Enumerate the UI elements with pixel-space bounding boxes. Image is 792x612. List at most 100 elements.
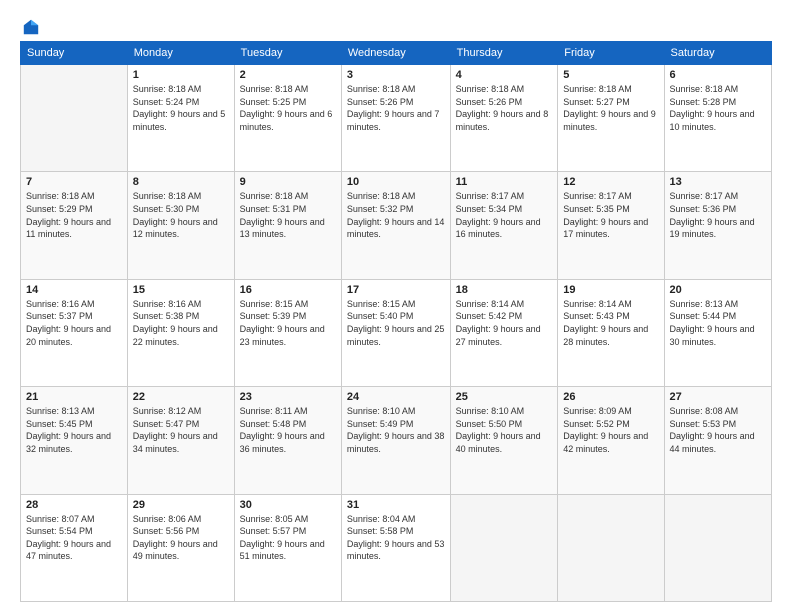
calendar-day-cell: 15 Sunrise: 8:16 AMSunset: 5:38 PMDayligh…	[127, 279, 234, 386]
day-info: Sunrise: 8:17 AMSunset: 5:35 PMDaylight:…	[563, 190, 658, 240]
calendar-day-cell	[21, 65, 128, 172]
logo	[20, 16, 40, 33]
day-info: Sunrise: 8:06 AMSunset: 5:56 PMDaylight:…	[133, 513, 229, 563]
day-number: 16	[240, 284, 336, 296]
week-row-1: 1 Sunrise: 8:18 AMSunset: 5:24 PMDaylight…	[21, 65, 772, 172]
day-number: 10	[347, 176, 445, 188]
calendar-day-cell: 13 Sunrise: 8:17 AMSunset: 5:36 PMDayligh…	[664, 172, 771, 279]
calendar-day-cell: 18Sunrise: 8:14 AMSunset: 5:42 PMDayligh…	[450, 279, 558, 386]
calendar-day-cell: 1 Sunrise: 8:18 AMSunset: 5:24 PMDaylight…	[127, 65, 234, 172]
calendar-day-cell: 10Sunrise: 8:18 AMSunset: 5:32 PMDayligh…	[341, 172, 450, 279]
day-number: 29	[133, 499, 229, 511]
day-number: 5	[563, 69, 658, 81]
calendar-day-cell: 25 Sunrise: 8:10 AMSunset: 5:50 PMDayligh…	[450, 387, 558, 494]
calendar-day-cell: 23 Sunrise: 8:11 AMSunset: 5:48 PMDayligh…	[234, 387, 341, 494]
day-number: 25	[456, 391, 553, 403]
day-info: Sunrise: 8:18 AMSunset: 5:25 PMDaylight:…	[240, 83, 336, 133]
calendar-day-cell: 24Sunrise: 8:10 AMSunset: 5:49 PMDayligh…	[341, 387, 450, 494]
day-number: 11	[456, 176, 553, 188]
day-info: Sunrise: 8:12 AMSunset: 5:47 PMDaylight:…	[133, 405, 229, 455]
day-info: Sunrise: 8:11 AMSunset: 5:48 PMDaylight:…	[240, 405, 336, 455]
day-info: Sunrise: 8:18 AMSunset: 5:26 PMDaylight:…	[456, 83, 553, 133]
week-row-3: 14Sunrise: 8:16 AMSunset: 5:37 PMDayligh…	[21, 279, 772, 386]
weekday-thursday: Thursday	[450, 42, 558, 65]
logo-icon	[22, 18, 40, 36]
day-number: 30	[240, 499, 336, 511]
weekday-wednesday: Wednesday	[341, 42, 450, 65]
day-info: Sunrise: 8:18 AMSunset: 5:28 PMDaylight:…	[670, 83, 766, 133]
calendar-day-cell: 22 Sunrise: 8:12 AMSunset: 5:47 PMDayligh…	[127, 387, 234, 494]
day-info: Sunrise: 8:18 AMSunset: 5:31 PMDaylight:…	[240, 190, 336, 240]
weekday-friday: Friday	[558, 42, 664, 65]
week-row-5: 28 Sunrise: 8:07 AMSunset: 5:54 PMDayligh…	[21, 494, 772, 601]
day-info: Sunrise: 8:17 AMSunset: 5:36 PMDaylight:…	[670, 190, 766, 240]
calendar-day-cell: 9 Sunrise: 8:18 AMSunset: 5:31 PMDaylight…	[234, 172, 341, 279]
calendar-day-cell	[450, 494, 558, 601]
day-number: 22	[133, 391, 229, 403]
day-info: Sunrise: 8:09 AMSunset: 5:52 PMDaylight:…	[563, 405, 658, 455]
day-number: 13	[670, 176, 766, 188]
calendar-day-cell: 20 Sunrise: 8:13 AMSunset: 5:44 PMDayligh…	[664, 279, 771, 386]
day-info: Sunrise: 8:04 AMSunset: 5:58 PMDaylight:…	[347, 513, 445, 563]
calendar-day-cell: 6 Sunrise: 8:18 AMSunset: 5:28 PMDaylight…	[664, 65, 771, 172]
weekday-header-row: SundayMondayTuesdayWednesdayThursdayFrid…	[21, 42, 772, 65]
calendar-day-cell: 11 Sunrise: 8:17 AMSunset: 5:34 PMDayligh…	[450, 172, 558, 279]
calendar-day-cell: 14Sunrise: 8:16 AMSunset: 5:37 PMDayligh…	[21, 279, 128, 386]
day-info: Sunrise: 8:16 AMSunset: 5:38 PMDaylight:…	[133, 298, 229, 348]
day-number: 27	[670, 391, 766, 403]
calendar-day-cell: 3Sunrise: 8:18 AMSunset: 5:26 PMDaylight…	[341, 65, 450, 172]
day-info: Sunrise: 8:18 AMSunset: 5:26 PMDaylight:…	[347, 83, 445, 133]
calendar-day-cell: 19Sunrise: 8:14 AMSunset: 5:43 PMDayligh…	[558, 279, 664, 386]
day-number: 2	[240, 69, 336, 81]
calendar-day-cell: 30 Sunrise: 8:05 AMSunset: 5:57 PMDayligh…	[234, 494, 341, 601]
day-number: 15	[133, 284, 229, 296]
day-number: 4	[456, 69, 553, 81]
day-number: 8	[133, 176, 229, 188]
calendar-day-cell: 4 Sunrise: 8:18 AMSunset: 5:26 PMDaylight…	[450, 65, 558, 172]
day-number: 17	[347, 284, 445, 296]
day-info: Sunrise: 8:13 AMSunset: 5:44 PMDaylight:…	[670, 298, 766, 348]
day-info: Sunrise: 8:08 AMSunset: 5:53 PMDaylight:…	[670, 405, 766, 455]
header	[20, 16, 772, 33]
day-number: 1	[133, 69, 229, 81]
calendar: SundayMondayTuesdayWednesdayThursdayFrid…	[20, 41, 772, 602]
page: SundayMondayTuesdayWednesdayThursdayFrid…	[0, 0, 792, 612]
day-info: Sunrise: 8:15 AMSunset: 5:39 PMDaylight:…	[240, 298, 336, 348]
day-info: Sunrise: 8:17 AMSunset: 5:34 PMDaylight:…	[456, 190, 553, 240]
day-info: Sunrise: 8:18 AMSunset: 5:29 PMDaylight:…	[26, 190, 122, 240]
day-number: 9	[240, 176, 336, 188]
day-number: 28	[26, 499, 122, 511]
day-number: 26	[563, 391, 658, 403]
calendar-day-cell	[558, 494, 664, 601]
calendar-day-cell: 17 Sunrise: 8:15 AMSunset: 5:40 PMDayligh…	[341, 279, 450, 386]
calendar-day-cell: 5 Sunrise: 8:18 AMSunset: 5:27 PMDaylight…	[558, 65, 664, 172]
day-info: Sunrise: 8:05 AMSunset: 5:57 PMDaylight:…	[240, 513, 336, 563]
calendar-day-cell: 27 Sunrise: 8:08 AMSunset: 5:53 PMDayligh…	[664, 387, 771, 494]
calendar-day-cell: 8 Sunrise: 8:18 AMSunset: 5:30 PMDaylight…	[127, 172, 234, 279]
day-number: 21	[26, 391, 122, 403]
day-info: Sunrise: 8:07 AMSunset: 5:54 PMDaylight:…	[26, 513, 122, 563]
day-info: Sunrise: 8:18 AMSunset: 5:27 PMDaylight:…	[563, 83, 658, 133]
weekday-tuesday: Tuesday	[234, 42, 341, 65]
day-number: 12	[563, 176, 658, 188]
day-number: 23	[240, 391, 336, 403]
day-number: 6	[670, 69, 766, 81]
day-number: 20	[670, 284, 766, 296]
day-number: 24	[347, 391, 445, 403]
calendar-day-cell: 16 Sunrise: 8:15 AMSunset: 5:39 PMDayligh…	[234, 279, 341, 386]
calendar-day-cell: 31Sunrise: 8:04 AMSunset: 5:58 PMDayligh…	[341, 494, 450, 601]
day-info: Sunrise: 8:18 AMSunset: 5:30 PMDaylight:…	[133, 190, 229, 240]
day-number: 18	[456, 284, 553, 296]
day-info: Sunrise: 8:18 AMSunset: 5:24 PMDaylight:…	[133, 83, 229, 133]
calendar-day-cell: 7 Sunrise: 8:18 AMSunset: 5:29 PMDaylight…	[21, 172, 128, 279]
day-info: Sunrise: 8:10 AMSunset: 5:50 PMDaylight:…	[456, 405, 553, 455]
day-number: 7	[26, 176, 122, 188]
calendar-day-cell: 26 Sunrise: 8:09 AMSunset: 5:52 PMDayligh…	[558, 387, 664, 494]
day-number: 14	[26, 284, 122, 296]
day-info: Sunrise: 8:15 AMSunset: 5:40 PMDaylight:…	[347, 298, 445, 348]
calendar-day-cell: 28 Sunrise: 8:07 AMSunset: 5:54 PMDayligh…	[21, 494, 128, 601]
calendar-day-cell: 12 Sunrise: 8:17 AMSunset: 5:35 PMDayligh…	[558, 172, 664, 279]
calendar-day-cell: 2 Sunrise: 8:18 AMSunset: 5:25 PMDaylight…	[234, 65, 341, 172]
calendar-day-cell: 21Sunrise: 8:13 AMSunset: 5:45 PMDayligh…	[21, 387, 128, 494]
weekday-sunday: Sunday	[21, 42, 128, 65]
